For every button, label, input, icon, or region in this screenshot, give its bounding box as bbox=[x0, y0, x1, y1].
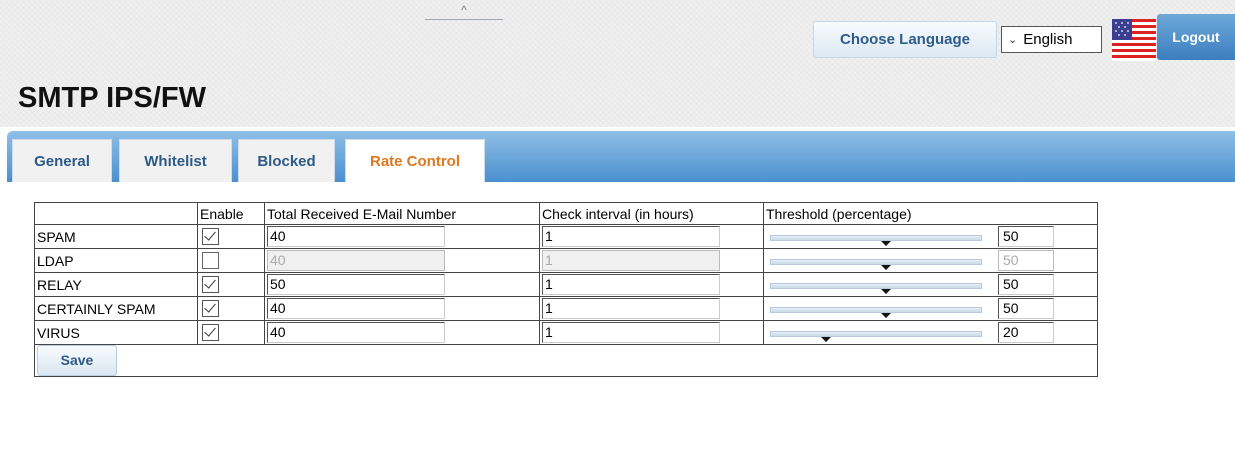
save-cell: Save bbox=[34, 344, 1098, 377]
interval-input-relay[interactable]: 1 bbox=[542, 274, 720, 295]
row-label-certainly-spam: CERTAINLY SPAM bbox=[34, 296, 198, 321]
interval-input-certainly-spam[interactable]: 1 bbox=[542, 298, 720, 319]
slider-track bbox=[770, 234, 982, 241]
column-header-enable: Enable bbox=[197, 202, 265, 225]
threshold-slider-relay[interactable] bbox=[766, 275, 988, 295]
tab-whitelist[interactable]: Whitelist bbox=[119, 139, 232, 182]
slider-thumb-icon[interactable] bbox=[820, 336, 831, 342]
threshold-slider-virus[interactable] bbox=[766, 323, 988, 343]
row-label-relay: RELAY bbox=[34, 272, 198, 297]
total-cell: 50 bbox=[264, 272, 540, 297]
tab-rate-control[interactable]: Rate Control bbox=[345, 139, 485, 182]
threshold-input-ldap[interactable]: 50 bbox=[998, 250, 1054, 271]
interval-cell: 1 bbox=[539, 272, 764, 297]
language-selected-value: English bbox=[1023, 31, 1073, 48]
slider-track bbox=[770, 330, 982, 337]
table-row: RELAY 50 1 50 bbox=[34, 272, 1098, 297]
enable-checkbox-relay[interactable] bbox=[202, 276, 219, 294]
threshold-input-virus[interactable]: 20 bbox=[998, 322, 1054, 343]
threshold-slider-spam[interactable] bbox=[766, 227, 988, 247]
total-input-certainly-spam[interactable]: 40 bbox=[267, 298, 445, 319]
slider-thumb-icon[interactable] bbox=[881, 240, 892, 246]
total-cell: 40 bbox=[264, 248, 540, 273]
interval-cell: 1 bbox=[539, 224, 764, 249]
save-button[interactable]: Save bbox=[37, 345, 117, 376]
total-cell: 40 bbox=[264, 296, 540, 321]
chevron-up-icon[interactable]: ^ bbox=[425, 4, 503, 20]
page-title: SMTP IPS/FW bbox=[18, 82, 206, 114]
tab-blocked[interactable]: Blocked bbox=[238, 139, 335, 182]
column-header-interval: Check interval (in hours) bbox=[539, 202, 764, 225]
threshold-slider-certainly-spam[interactable] bbox=[766, 299, 988, 319]
enable-cell bbox=[197, 320, 265, 345]
slider-thumb-icon[interactable] bbox=[881, 288, 892, 294]
total-cell: 40 bbox=[264, 224, 540, 249]
slider-thumb-icon[interactable] bbox=[881, 264, 892, 270]
threshold-cell: 20 bbox=[763, 320, 1098, 345]
table-header-row: Enable Total Received E-Mail Number Chec… bbox=[34, 202, 1098, 225]
column-header bbox=[34, 202, 198, 225]
threshold-input-certainly-spam[interactable]: 50 bbox=[998, 298, 1054, 319]
enable-cell bbox=[197, 296, 265, 321]
enable-cell bbox=[197, 248, 265, 273]
chevron-down-icon: ⌄ bbox=[1008, 34, 1018, 46]
logout-button[interactable]: Logout bbox=[1157, 14, 1235, 60]
enable-checkbox-virus[interactable] bbox=[202, 324, 219, 342]
slider-track bbox=[770, 258, 982, 265]
slider-track bbox=[770, 306, 982, 313]
total-cell: 40 bbox=[264, 320, 540, 345]
total-input-ldap[interactable]: 40 bbox=[267, 250, 445, 271]
total-input-virus[interactable]: 40 bbox=[267, 322, 445, 343]
save-row: Save bbox=[34, 344, 1098, 377]
interval-input-ldap[interactable]: 1 bbox=[542, 250, 720, 271]
tab-general[interactable]: General bbox=[12, 139, 112, 182]
row-label-ldap: LDAP bbox=[34, 248, 198, 273]
enable-checkbox-certainly-spam[interactable] bbox=[202, 300, 219, 318]
threshold-cell: 50 bbox=[763, 224, 1098, 249]
enable-checkbox-ldap[interactable] bbox=[202, 252, 219, 270]
threshold-input-spam[interactable]: 50 bbox=[998, 226, 1054, 247]
row-label-virus: VIRUS bbox=[34, 320, 198, 345]
interval-cell: 1 bbox=[539, 296, 764, 321]
language-select[interactable]: ⌄ English bbox=[1001, 26, 1102, 53]
threshold-cell: 50 bbox=[763, 296, 1098, 321]
enable-cell bbox=[197, 272, 265, 297]
threshold-cell: 50 bbox=[763, 272, 1098, 297]
choose-language-button[interactable]: Choose Language bbox=[813, 21, 997, 58]
threshold-slider-ldap[interactable] bbox=[766, 251, 988, 271]
total-input-relay[interactable]: 50 bbox=[267, 274, 445, 295]
rate-control-table: Enable Total Received E-Mail Number Chec… bbox=[34, 202, 1098, 377]
column-header-total: Total Received E-Mail Number bbox=[264, 202, 540, 225]
interval-input-virus[interactable]: 1 bbox=[542, 322, 720, 343]
interval-cell: 1 bbox=[539, 248, 764, 273]
table-row: VIRUS 40 1 20 bbox=[34, 320, 1098, 345]
interval-input-spam[interactable]: 1 bbox=[542, 226, 720, 247]
table-row: SPAM 40 1 50 bbox=[34, 224, 1098, 249]
enable-cell bbox=[197, 224, 265, 249]
slider-track bbox=[770, 282, 982, 289]
total-input-spam[interactable]: 40 bbox=[267, 226, 445, 247]
interval-cell: 1 bbox=[539, 320, 764, 345]
table-row: CERTAINLY SPAM 40 1 50 bbox=[34, 296, 1098, 321]
table-row: LDAP 40 1 50 bbox=[34, 248, 1098, 273]
enable-checkbox-spam[interactable] bbox=[202, 228, 219, 246]
us-flag-icon[interactable] bbox=[1112, 19, 1156, 61]
slider-thumb-icon[interactable] bbox=[881, 312, 892, 318]
threshold-input-relay[interactable]: 50 bbox=[998, 274, 1054, 295]
threshold-cell: 50 bbox=[763, 248, 1098, 273]
column-header-threshold: Threshold (percentage) bbox=[763, 202, 1098, 225]
row-label-spam: SPAM bbox=[34, 224, 198, 249]
